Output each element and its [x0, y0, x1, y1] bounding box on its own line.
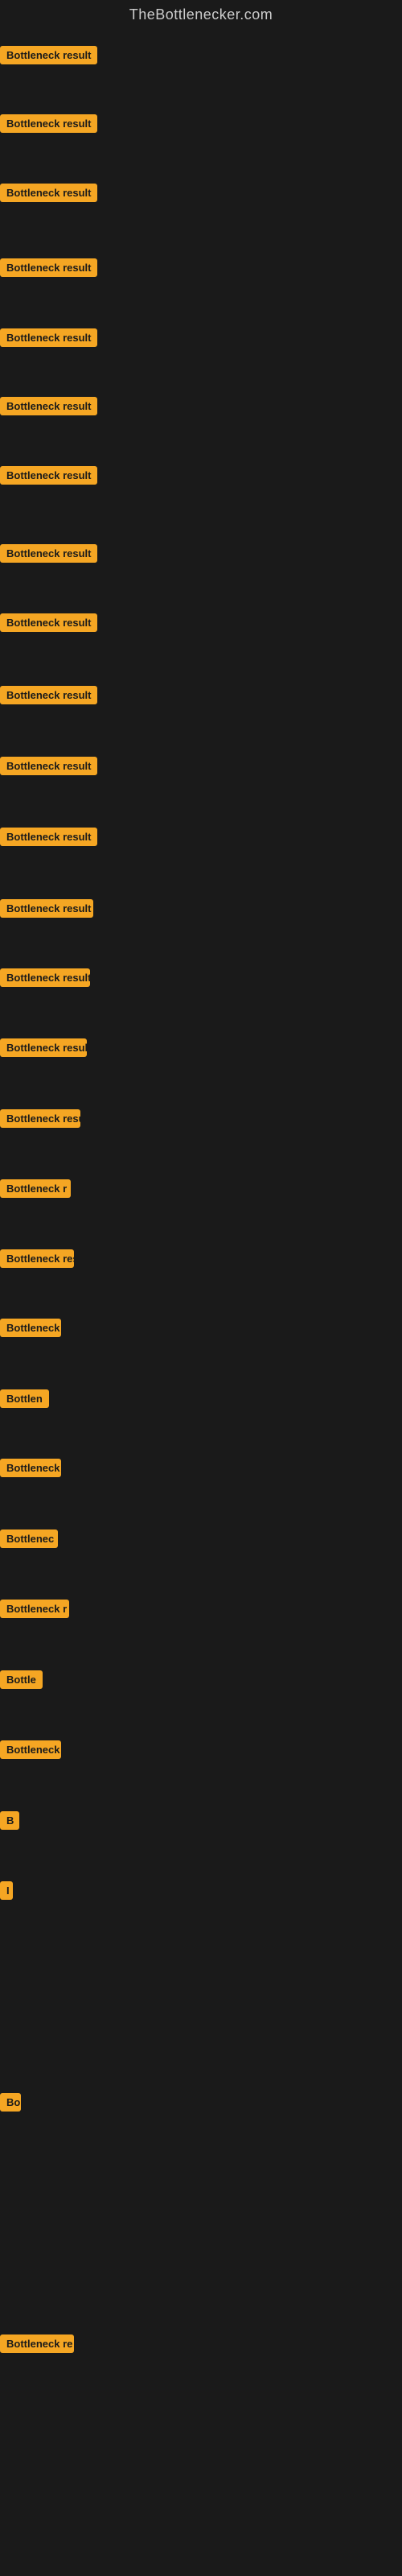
bottleneck-result-item[interactable]: Bottleneck result — [0, 397, 97, 419]
bottleneck-result-item[interactable]: Bottle — [0, 1670, 43, 1693]
bottleneck-result-item[interactable]: Bottleneck r — [0, 1600, 69, 1622]
bottleneck-result-item[interactable]: Bottleneck result — [0, 328, 97, 351]
bottleneck-result-item[interactable]: Bottleneck — [0, 1319, 61, 1341]
bottleneck-badge: Bottleneck result — [0, 114, 97, 133]
bottleneck-result-item[interactable]: Bottleneck result — [0, 1038, 87, 1061]
bottleneck-badge: Bottleneck resul — [0, 1109, 80, 1128]
bottleneck-badge: Bottleneck result — [0, 397, 97, 415]
bottleneck-badge: Bottlen — [0, 1389, 49, 1408]
bottleneck-badge: Bo — [0, 2093, 21, 2112]
bottleneck-badge: Bottleneck result — [0, 328, 97, 347]
bottleneck-badge: Bottleneck — [0, 1459, 61, 1477]
bottleneck-result-item[interactable]: B — [0, 1811, 19, 1834]
bottleneck-result-item[interactable]: Bo — [0, 2093, 21, 2116]
bottleneck-result-item[interactable]: Bottleneck r — [0, 1179, 71, 1202]
bottleneck-badge: Bottleneck result — [0, 968, 90, 987]
bottleneck-badge: Bottlenec — [0, 1530, 58, 1548]
bottleneck-result-item[interactable]: Bottleneck result — [0, 46, 97, 68]
bottleneck-badge: Bottleneck result — [0, 686, 97, 704]
bottleneck-result-item[interactable]: Bottleneck result — [0, 544, 97, 567]
bottleneck-result-item[interactable]: Bottleneck result — [0, 184, 97, 206]
site-title: TheBottlenecker.com — [0, 0, 402, 30]
bottleneck-badge: Bottleneck result — [0, 258, 97, 277]
bottleneck-badge: Bottleneck result — [0, 46, 97, 64]
bottleneck-badge: Bottleneck res — [0, 1249, 74, 1268]
bottleneck-result-item[interactable]: Bottleneck result — [0, 686, 97, 708]
bottleneck-result-item[interactable]: Bottleneck res — [0, 1249, 74, 1272]
bottleneck-result-item[interactable]: Bottleneck result — [0, 258, 97, 281]
bottleneck-badge: Bottleneck result — [0, 899, 93, 918]
bottleneck-badge: Bottleneck result — [0, 184, 97, 202]
bottleneck-badge: Bottleneck r — [0, 1179, 71, 1198]
bottleneck-badge: I — [0, 1881, 13, 1900]
bottleneck-result-item[interactable]: Bottleneck result — [0, 757, 97, 779]
bottleneck-badge: Bottle — [0, 1670, 43, 1689]
bottleneck-badge: Bottleneck result — [0, 544, 97, 563]
bottleneck-badge: Bottleneck result — [0, 828, 97, 846]
bottleneck-badge: Bottleneck — [0, 1319, 61, 1337]
bottleneck-result-item[interactable]: Bottleneck result — [0, 828, 97, 850]
bottleneck-result-item[interactable]: Bottleneck result — [0, 114, 97, 137]
bottleneck-result-item[interactable]: Bottleneck resul — [0, 1109, 80, 1132]
bottleneck-badge: Bottleneck r — [0, 1600, 69, 1618]
bottleneck-badge: Bottleneck result — [0, 1038, 87, 1057]
bottleneck-badge: Bottleneck result — [0, 613, 97, 632]
bottleneck-result-item[interactable]: Bottlenec — [0, 1530, 58, 1552]
bottleneck-result-item[interactable]: Bottlen — [0, 1389, 49, 1412]
bottleneck-result-item[interactable]: Bottleneck — [0, 1740, 61, 1763]
bottleneck-result-item[interactable]: Bottleneck result — [0, 613, 97, 636]
bottleneck-result-item[interactable]: Bottleneck re — [0, 2334, 74, 2357]
bottleneck-badge: Bottleneck re — [0, 2334, 74, 2353]
bottleneck-result-item[interactable]: I — [0, 1881, 13, 1904]
bottleneck-result-item[interactable]: Bottleneck — [0, 1459, 61, 1481]
bottleneck-result-item[interactable]: Bottleneck result — [0, 968, 90, 991]
bottleneck-result-item[interactable]: Bottleneck result — [0, 466, 97, 489]
bottleneck-badge: B — [0, 1811, 19, 1830]
bottleneck-badge: Bottleneck result — [0, 466, 97, 485]
bottleneck-badge: Bottleneck — [0, 1740, 61, 1759]
bottleneck-badge: Bottleneck result — [0, 757, 97, 775]
bottleneck-result-item[interactable]: Bottleneck result — [0, 899, 93, 922]
